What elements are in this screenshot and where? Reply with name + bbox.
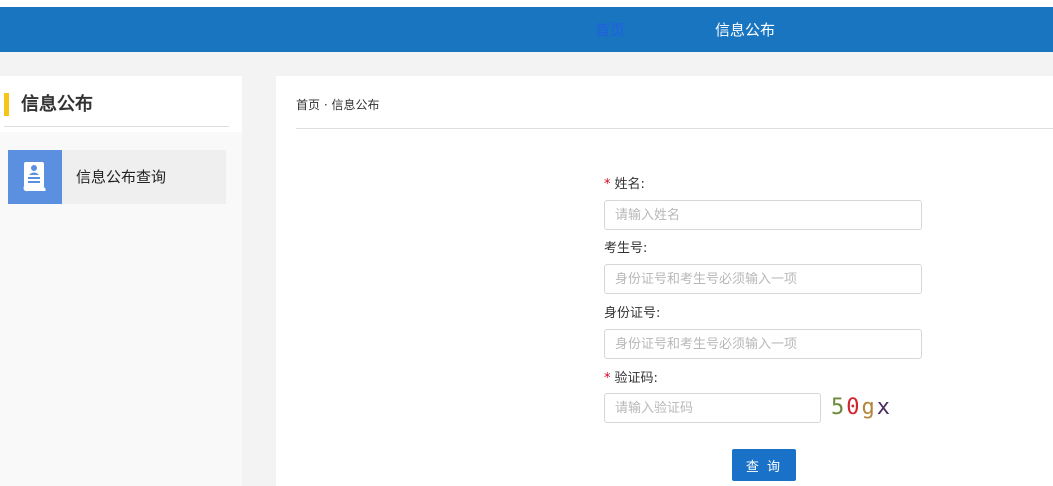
captcha-char: 0 bbox=[846, 395, 862, 420]
sidebar-divider bbox=[4, 126, 229, 127]
breadcrumb-divider bbox=[296, 128, 1053, 129]
id-no-input[interactable] bbox=[604, 329, 922, 359]
top-strip bbox=[0, 0, 1053, 7]
document-person-icon bbox=[8, 150, 62, 204]
captcha-label: * 验证码: bbox=[604, 371, 658, 386]
captcha-char: x bbox=[876, 395, 892, 420]
sidebar-title: 信息公布 bbox=[21, 94, 93, 115]
name-label: * 姓名: bbox=[604, 177, 645, 192]
sidebar: 信息公布 信息公布查询 bbox=[0, 76, 242, 486]
nav-info-link[interactable]: 信息公布 bbox=[715, 7, 775, 52]
nav-home-link[interactable]: 首页 bbox=[595, 7, 625, 52]
sidebar-header: 信息公布 bbox=[0, 76, 242, 132]
captcha-input[interactable] bbox=[604, 393, 821, 423]
captcha-image[interactable]: 50gx bbox=[831, 393, 892, 423]
id-no-label: 身份证号: bbox=[604, 306, 661, 321]
main-content: 首页 · 信息公布 *姓名: 考生号: 身份证号: *验证码: 50gx 查 询 bbox=[276, 76, 1053, 486]
top-navbar: 首页 信息公布 bbox=[0, 7, 1053, 52]
exam-no-label: 考生号: bbox=[604, 241, 648, 256]
required-mark: * bbox=[604, 371, 611, 386]
query-button[interactable]: 查 询 bbox=[732, 449, 796, 481]
sidebar-item-info-query[interactable]: 信息公布查询 bbox=[8, 150, 226, 204]
exam-no-input[interactable] bbox=[604, 264, 922, 294]
required-mark: * bbox=[604, 177, 611, 192]
captcha-char: 5 bbox=[831, 395, 847, 420]
captcha-char: g bbox=[861, 395, 877, 420]
name-input[interactable] bbox=[604, 200, 922, 230]
title-accent-bar bbox=[4, 93, 9, 116]
sidebar-item-label: 信息公布查询 bbox=[76, 168, 167, 186]
breadcrumb: 首页 · 信息公布 bbox=[296, 98, 380, 112]
